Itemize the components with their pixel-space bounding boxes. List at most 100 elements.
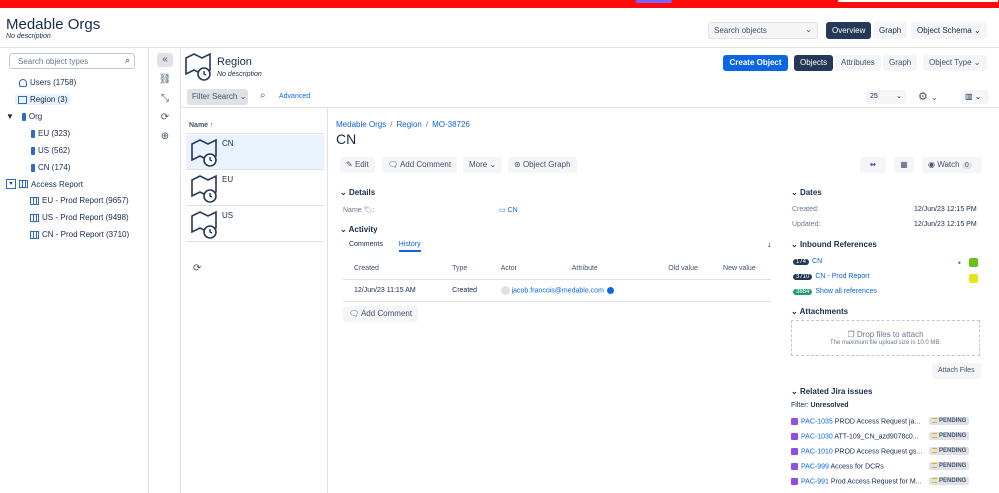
advanced-link[interactable]: Advanced (279, 93, 310, 100)
breadcrumb-type[interactable]: Region (396, 120, 421, 129)
refresh-icon[interactable]: ⟳ (157, 111, 173, 125)
list-item[interactable]: CN (186, 135, 324, 170)
add-circle-icon[interactable]: ⊕ (157, 130, 173, 144)
create-object-button[interactable]: Create Object (723, 55, 788, 71)
jira-issue-row[interactable]: PAC-991 Prod Access Request for M... PEND… (791, 477, 991, 485)
jira-issue-key[interactable]: PAC-1030 (801, 433, 833, 440)
more-button[interactable]: More ⌄ (463, 157, 503, 173)
sidebar-item-us[interactable]: US (562) (31, 146, 70, 155)
info-icon[interactable] (606, 286, 614, 294)
list-item[interactable]: US (186, 207, 324, 242)
collapse-sidebar-icon[interactable]: « (157, 53, 173, 67)
sidebar-item-region[interactable]: Region (3) (15, 94, 71, 105)
refresh-icon[interactable]: ⟳ (193, 263, 201, 274)
sidebar-item-org[interactable]: ▼ Org (6, 112, 42, 121)
jira-issue-key[interactable]: PAC-1010 (801, 448, 833, 455)
sidebar-item-cn-prod-report[interactable]: CN - Prod Report (3710) (30, 230, 129, 239)
tab-attributes[interactable]: Attributes (835, 55, 881, 71)
caret-down-icon[interactable]: ▼ (6, 112, 14, 121)
history-table: Created Type Actor Attribute Old value N… (343, 258, 771, 302)
chevron-down-icon: ⌄ (791, 240, 798, 249)
object-graph-button[interactable]: ⊛ Object Graph (508, 157, 577, 173)
search-objects-select[interactable]: Search objects ⌄ (708, 22, 818, 39)
watch-button[interactable]: ◉ Watch 0 (922, 157, 982, 173)
jira-issue-row[interactable]: PAC-999 Access for DCRs PENDING (791, 462, 991, 470)
tab-comments[interactable]: Comments (349, 241, 383, 248)
dates-section-toggle[interactable]: ⌄ Dates (791, 188, 822, 197)
details-section-toggle[interactable]: ⌄ Details (340, 188, 375, 197)
actor-email[interactable]: jacob.francois@medable.com (512, 287, 604, 294)
breadcrumb-separator: / (425, 120, 429, 129)
list-item[interactable]: EU (186, 171, 324, 206)
add-comment-bottom-button[interactable]: 🗨 Add Comment (343, 306, 419, 322)
object-type-search-placeholder: Search object types (18, 57, 89, 66)
search-icon[interactable]: ⌕ (125, 55, 130, 66)
tool-strip: « ⛓ ⤡ ⟳ ⊕ (149, 48, 181, 493)
collapse-toggle-icon[interactable]: ▾ (6, 179, 16, 189)
jira-issue-key[interactable]: PAC-991 (801, 478, 829, 485)
status-badge: PENDING (929, 432, 970, 441)
watch-count: 0 (961, 162, 972, 169)
file-drop-zone[interactable]: ❐ Drop files to attach The maximum file … (791, 320, 980, 356)
edit-button[interactable]: ✎ Edit (340, 157, 375, 173)
add-comment-label: Add Comment (399, 160, 452, 169)
activity-section-toggle[interactable]: ⌄ Activity (340, 225, 378, 234)
page-size-select[interactable]: 25 ⌄ (866, 90, 906, 104)
filter-search-button[interactable]: Filter Search ⌄ (187, 89, 248, 105)
jira-issue-row[interactable]: PAC-1030 ATT-109_CN_azd9078c0... PENDING (791, 432, 991, 441)
tab-history[interactable]: History (398, 241, 421, 252)
tab-objects[interactable]: Objects (794, 55, 834, 71)
history-actor[interactable]: jacob.francois@medable.com (489, 279, 658, 302)
sidebar-item-eu[interactable]: EU (323) (31, 129, 70, 138)
banner-pill (636, 0, 672, 3)
link-icon[interactable]: ⬩ (958, 258, 961, 268)
tab-overview[interactable]: Overview (826, 22, 872, 39)
name-attribute-value[interactable]: ▭ CN (499, 206, 518, 214)
ref-label[interactable]: Show all references (815, 288, 876, 295)
jira-issue-key[interactable]: PAC-1035 (801, 418, 833, 425)
object-schema-button[interactable]: Object Schema ⌄ (911, 22, 987, 39)
layout-toggle-button[interactable]: ▥ ⌄ (961, 90, 989, 104)
jira-section-toggle[interactable]: ⌄ Related Jira issues (791, 387, 872, 396)
ref-count: 174 (793, 259, 810, 265)
jira-issue-row[interactable]: PAC-1010 PROD Access Request gs... PENDIN… (791, 447, 991, 455)
attach-files-button[interactable]: Attach Files (932, 363, 981, 379)
tab-object-graph[interactable]: Graph (883, 55, 918, 71)
breadcrumb-schema[interactable]: Medable Orgs (336, 120, 386, 129)
add-comment-button[interactable]: 🗨 Add Comment (382, 157, 458, 173)
sidebar-item-access-report[interactable]: ▾ Access Report (6, 179, 83, 189)
column-header: Created (343, 258, 442, 280)
jira-issue-row[interactable]: PAC-1035 PROD Access Request ja... PENDIN… (791, 417, 991, 425)
inbound-ref-cn[interactable]: 174 CN (793, 258, 822, 265)
compress-icon[interactable]: ⤡ (157, 92, 173, 106)
inbound-ref-cn-prod[interactable]: 3710 CN - Prod Report (793, 273, 869, 280)
org-icon (31, 146, 35, 155)
settings-button[interactable]: ⚙ ⌄ (918, 90, 948, 104)
ref-label[interactable]: CN (812, 258, 822, 265)
tab-graph[interactable]: Graph (873, 22, 908, 39)
object-type-button[interactable]: Object Type ⌄ (923, 55, 987, 71)
tool-icon-button[interactable]: ⬌ (860, 157, 886, 173)
jira-filter[interactable]: Filter: Unresolved (791, 402, 849, 409)
sidebar-item-eu-prod-report[interactable]: EU - Prod Report (9657) (30, 196, 129, 205)
list-header-name[interactable]: Name ↑ (186, 122, 324, 134)
column-header: Type (441, 258, 490, 280)
sidebar-item-cn[interactable]: CN (174) (31, 163, 70, 172)
object-type-search-input[interactable]: Search object types ⌕ (9, 53, 135, 69)
tree-structure-icon[interactable]: ⛓ (157, 73, 173, 87)
jira-heading: Related Jira issues (799, 387, 873, 396)
sort-down-icon[interactable]: ↓ (767, 239, 772, 249)
sidebar-item-users[interactable]: Users (1758) (19, 78, 76, 87)
object-detail: Medable Orgs / Region / MO-38726 CN ✎ Edit 🗨… (328, 108, 999, 493)
graph-icon: ⊛ (514, 160, 521, 169)
qr-code-button[interactable]: ▦ (894, 157, 914, 173)
inbound-section-toggle[interactable]: ⌄ Inbound References (791, 240, 877, 249)
breadcrumb-key[interactable]: MO-38726 (432, 120, 470, 129)
ref-label[interactable]: CN - Prod Report (815, 273, 869, 280)
search-icon[interactable]: ⌕ (260, 90, 266, 101)
attachments-section-toggle[interactable]: ⌄ Attachments (791, 307, 848, 316)
jira-issue-key[interactable]: PAC-999 (801, 463, 829, 470)
sidebar-item-label: US (562) (38, 146, 71, 155)
sidebar-item-us-prod-report[interactable]: US - Prod Report (9498) (30, 213, 129, 222)
show-all-references[interactable]: 3884 Show all references (793, 288, 877, 295)
